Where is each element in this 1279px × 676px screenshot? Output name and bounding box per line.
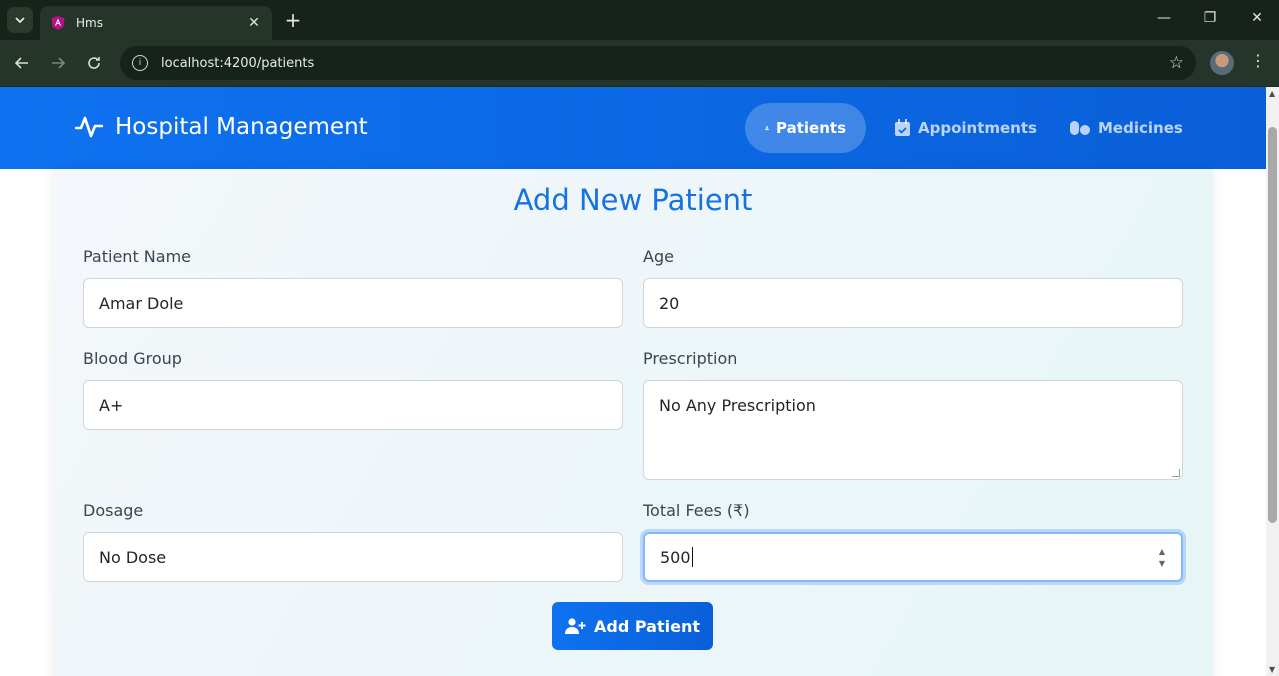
arrow-right-icon	[52, 57, 66, 69]
scroll-down-arrow-icon[interactable]: ▼	[1269, 665, 1275, 674]
nav-patients-label: Patients	[776, 119, 846, 137]
nav-appointments-label: Appointments	[918, 119, 1037, 137]
brand[interactable]: Hospital Management	[75, 113, 368, 141]
url-text[interactable]: localhost:4200/patients	[161, 56, 1169, 71]
site-info-icon[interactable]: i	[132, 55, 148, 71]
age-input[interactable]: 20	[643, 278, 1183, 328]
nav-medicines[interactable]: Medicines	[1049, 103, 1203, 153]
heartbeat-icon	[75, 116, 103, 138]
number-spinner-icon[interactable]: ▲ ▼	[1159, 546, 1165, 570]
brand-title: Hospital Management	[115, 114, 368, 140]
prescription-label: Prescription	[643, 349, 738, 368]
pills-icon	[1070, 121, 1090, 135]
dosage-input[interactable]: No Dose	[83, 532, 623, 582]
browser-tab-strip: Hms ✕ + — ❐ ✕	[0, 0, 1279, 40]
forward-button[interactable]	[46, 51, 70, 75]
minimize-button[interactable]: —	[1149, 10, 1179, 26]
text-caret	[691, 547, 693, 567]
nav-patients[interactable]: Patients	[745, 103, 866, 153]
resize-handle-icon[interactable]	[1172, 469, 1180, 477]
tab-title: Hms	[76, 16, 103, 30]
patient-name-input[interactable]: Amar Dole	[83, 278, 623, 328]
blood-group-value: A+	[99, 395, 124, 415]
address-bar[interactable]: i localhost:4200/patients ☆	[120, 46, 1196, 80]
add-patient-button[interactable]: Add Patient	[552, 602, 713, 650]
tab-close-icon[interactable]: ✕	[246, 15, 262, 31]
scroll-up-arrow-icon[interactable]: ▲	[1269, 89, 1275, 98]
reload-button[interactable]	[82, 51, 106, 75]
dosage-label: Dosage	[83, 501, 144, 520]
chevron-down-icon	[15, 17, 25, 24]
blood-group-label: Blood Group	[83, 349, 182, 368]
browser-toolbar: i localhost:4200/patients ☆ ⋮	[0, 40, 1279, 86]
tab-search-button[interactable]	[7, 7, 33, 33]
patient-name-label: Patient Name	[83, 247, 191, 266]
nav-appointments[interactable]: Appointments	[874, 103, 1057, 153]
page-viewport: Hospital Management Patients Appointment…	[0, 87, 1266, 676]
page-scrollbar[interactable]: ▲ ▼	[1266, 87, 1279, 676]
reload-icon	[88, 57, 100, 69]
age-value: 20	[659, 293, 680, 313]
add-patient-card: Add New Patient Patient Name Amar Dole A…	[53, 169, 1213, 676]
form-title: Add New Patient	[513, 183, 753, 217]
user-plus-icon	[565, 618, 586, 634]
app-navbar: Hospital Management Patients Appointment…	[0, 87, 1266, 169]
age-label: Age	[643, 247, 674, 266]
fees-value: 500	[660, 547, 691, 567]
browser-tab[interactable]: Hms ✕	[40, 6, 272, 40]
fees-input[interactable]: 500 ▲ ▼	[643, 532, 1183, 582]
new-tab-button[interactable]: +	[282, 8, 304, 32]
prescription-value: No Any Prescription	[659, 396, 816, 415]
restore-button[interactable]: ❐	[1195, 10, 1225, 26]
angular-favicon-icon	[51, 16, 65, 30]
add-patient-label: Add Patient	[594, 616, 700, 636]
dosage-value: No Dose	[99, 547, 167, 567]
close-window-button[interactable]: ✕	[1242, 10, 1272, 26]
calendar-check-icon	[895, 119, 910, 136]
user-doctor-icon	[765, 126, 769, 131]
blood-group-input[interactable]: A+	[83, 380, 623, 430]
fees-label: Total Fees (₹)	[643, 501, 750, 520]
browser-menu-icon[interactable]: ⋮	[1248, 51, 1268, 70]
back-button[interactable]	[10, 51, 34, 75]
nav-medicines-label: Medicines	[1098, 119, 1183, 137]
patient-name-value: Amar Dole	[99, 293, 184, 313]
bookmark-star-icon[interactable]: ☆	[1169, 53, 1184, 73]
scrollbar-thumb[interactable]	[1268, 127, 1277, 523]
profile-avatar[interactable]	[1210, 51, 1234, 75]
prescription-textarea[interactable]: No Any Prescription	[643, 380, 1183, 480]
arrow-left-icon	[14, 57, 28, 69]
